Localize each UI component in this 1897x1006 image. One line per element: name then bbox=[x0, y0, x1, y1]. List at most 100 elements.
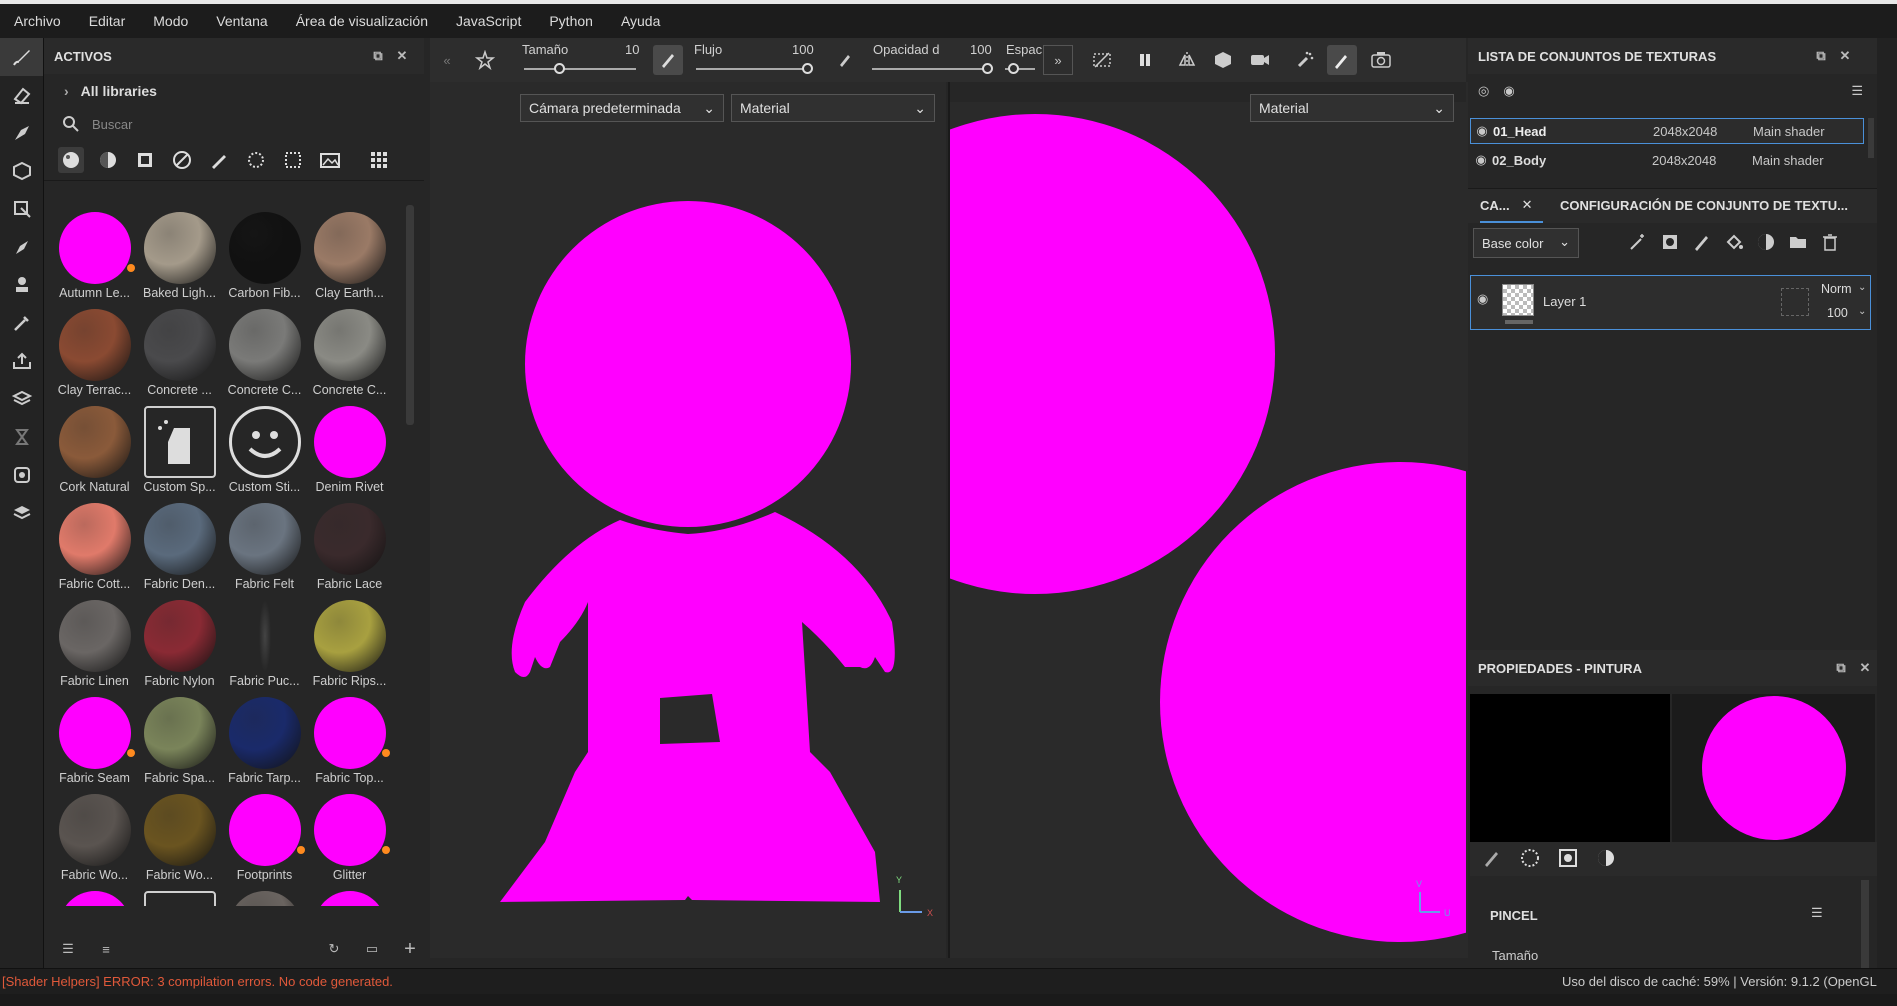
undock-icon[interactable]: ⧉ bbox=[366, 44, 390, 68]
filter-textures[interactable] bbox=[280, 147, 306, 173]
opacity-value[interactable]: 100 bbox=[970, 42, 992, 57]
menu-ventana[interactable]: Ventana bbox=[202, 13, 281, 29]
flow-value[interactable]: 100 bbox=[792, 42, 814, 57]
flow-slider-knob[interactable] bbox=[802, 63, 813, 74]
eraser-tool[interactable] bbox=[0, 76, 43, 114]
flow-slider[interactable] bbox=[696, 68, 806, 70]
add-paint-layer-icon[interactable] bbox=[1692, 232, 1712, 255]
asset-item[interactable]: Fabric Wo... bbox=[137, 788, 222, 885]
close-icon[interactable]: ✕ bbox=[390, 44, 414, 68]
size-value[interactable]: 10 bbox=[625, 42, 639, 57]
layer-visibility-icon[interactable]: ◉ bbox=[1477, 291, 1488, 307]
camera-icon[interactable] bbox=[1245, 45, 1275, 75]
symmetry-icon[interactable] bbox=[1172, 45, 1202, 75]
alpha-tab-icon[interactable] bbox=[1520, 848, 1540, 871]
material-tab-icon[interactable] bbox=[1596, 848, 1616, 871]
properties-scrollbar[interactable] bbox=[1861, 880, 1869, 968]
layer-name[interactable]: Layer 1 bbox=[1543, 294, 1586, 309]
asset-item[interactable]: Fabric Rips... bbox=[307, 594, 392, 691]
picker-tool[interactable] bbox=[0, 266, 43, 304]
paint-mode-icon[interactable] bbox=[1327, 45, 1357, 75]
filter-masks[interactable] bbox=[132, 147, 158, 173]
add-folder-icon[interactable] bbox=[1788, 232, 1808, 255]
asset-item[interactable]: Custom Sp... bbox=[137, 400, 222, 497]
menu-modo[interactable]: Modo bbox=[139, 13, 202, 29]
add-effect-icon[interactable] bbox=[1628, 232, 1648, 255]
brush-tool[interactable] bbox=[0, 38, 43, 76]
add-smart-material-icon[interactable] bbox=[1756, 232, 1776, 255]
eye-refresh-icon[interactable]: ◎ bbox=[1478, 83, 1489, 99]
delete-layer-icon[interactable] bbox=[1820, 232, 1840, 255]
status-error[interactable]: [Shader Helpers] ERROR: 3 compilation er… bbox=[2, 974, 393, 989]
opacity-slider-knob[interactable] bbox=[982, 63, 993, 74]
collapse-left-icon[interactable]: « bbox=[432, 45, 462, 75]
material-mode-dropdown-2d[interactable]: Material ⌄ bbox=[1250, 94, 1454, 122]
asset-item[interactable]: Concrete C... bbox=[222, 303, 307, 400]
layer-mask-slot[interactable] bbox=[1781, 288, 1809, 316]
stencil-icon[interactable] bbox=[470, 45, 500, 75]
visibility-eye-icon[interactable]: ◉ bbox=[1470, 152, 1492, 168]
texture-set-row-head[interactable]: ◉ 01_Head 2048x2048 Main shader bbox=[1470, 118, 1864, 144]
menu-archivo[interactable]: Archivo bbox=[0, 13, 75, 29]
asset-item[interactable]: Fabric Wo... bbox=[52, 788, 137, 885]
flow-pressure-button[interactable] bbox=[830, 45, 860, 75]
undock-icon[interactable]: ⧉ bbox=[1809, 44, 1833, 68]
visibility-eye-icon[interactable]: ◉ bbox=[1471, 123, 1493, 139]
asset-item[interactable]: Fabric Cott... bbox=[52, 497, 137, 594]
asset-item[interactable]: Fabric Puc... bbox=[222, 594, 307, 691]
asset-item[interactable]: Clay Earth... bbox=[307, 206, 392, 303]
stencil-tab-icon[interactable] bbox=[1558, 848, 1578, 871]
screenshot-icon[interactable] bbox=[1366, 45, 1396, 75]
filter-brushes[interactable] bbox=[206, 147, 232, 173]
assets-scrollbar[interactable] bbox=[406, 205, 414, 425]
projection-tool[interactable] bbox=[0, 114, 43, 152]
new-folder-icon[interactable]: ▭ bbox=[360, 937, 384, 961]
bake-tool[interactable] bbox=[0, 380, 43, 418]
layer-row[interactable]: ◉ Layer 1 Norm ⌄ 100 ⌄ bbox=[1470, 275, 1871, 330]
size-pressure-button[interactable] bbox=[653, 45, 683, 75]
section-menu-icon[interactable]: ☰ bbox=[1811, 905, 1823, 921]
add-mask-icon[interactable] bbox=[1660, 232, 1680, 255]
asset-item[interactable]: Custom Sti... bbox=[222, 400, 307, 497]
asset-item[interactable] bbox=[307, 885, 392, 906]
layer-blend-mode[interactable]: Norm bbox=[1821, 282, 1852, 296]
tab-layers[interactable]: CA... ✕ bbox=[1480, 189, 1543, 223]
menu-area-visualizacion[interactable]: Área de visualización bbox=[282, 13, 442, 29]
assets-search[interactable]: Buscar bbox=[44, 108, 424, 140]
opacity-slider[interactable] bbox=[872, 68, 992, 70]
viewport-3d[interactable]: Cámara predeterminada ⌄ Material ⌄ X Y bbox=[430, 82, 946, 958]
view-mode-icon[interactable] bbox=[1208, 45, 1238, 75]
asset-item[interactable]: Fabric Lace bbox=[307, 497, 392, 594]
asset-item[interactable]: Glitter bbox=[307, 788, 392, 885]
refresh-icon[interactable]: ↻ bbox=[322, 937, 346, 961]
asset-item[interactable] bbox=[137, 885, 222, 906]
menu-ayuda[interactable]: Ayuda bbox=[607, 13, 674, 29]
asset-item[interactable]: Baked Ligh... bbox=[137, 206, 222, 303]
menu-python[interactable]: Python bbox=[535, 13, 607, 29]
asset-item[interactable]: Concrete C... bbox=[307, 303, 392, 400]
color-picker-tool[interactable] bbox=[0, 304, 43, 342]
expand-toolbar-icon[interactable]: » bbox=[1043, 45, 1073, 75]
viewport-2d[interactable]: V U Material ⌄ bbox=[948, 82, 1468, 958]
asset-item[interactable]: Fabric Felt bbox=[222, 497, 307, 594]
export-tool[interactable] bbox=[0, 342, 43, 380]
unwrap-tool[interactable] bbox=[0, 494, 43, 532]
asset-item[interactable]: Denim Rivet bbox=[307, 400, 392, 497]
clone-tool[interactable] bbox=[0, 228, 43, 266]
asset-item[interactable]: Fabric Top... bbox=[307, 691, 392, 788]
layer-opacity[interactable]: 100 bbox=[1827, 306, 1848, 320]
asset-item[interactable]: Clay Terrac... bbox=[52, 303, 137, 400]
menu-lines-icon[interactable]: ☰ bbox=[1851, 83, 1863, 99]
smudge-tool[interactable] bbox=[0, 190, 43, 228]
asset-item[interactable]: Fabric Tarp... bbox=[222, 691, 307, 788]
close-icon[interactable]: ✕ bbox=[1833, 44, 1857, 68]
asset-item[interactable]: Fabric Linen bbox=[52, 594, 137, 691]
filter-environments[interactable] bbox=[317, 147, 343, 173]
render-tool[interactable] bbox=[0, 456, 43, 494]
filter-list-icon[interactable]: ☰ bbox=[56, 937, 80, 961]
undock-icon[interactable]: ⧉ bbox=[1829, 656, 1853, 680]
asset-item[interactable]: Fabric Seam bbox=[52, 691, 137, 788]
add-fill-layer-icon[interactable] bbox=[1724, 232, 1744, 255]
asset-item[interactable]: Cork Natural bbox=[52, 400, 137, 497]
menu-editar[interactable]: Editar bbox=[75, 13, 140, 29]
